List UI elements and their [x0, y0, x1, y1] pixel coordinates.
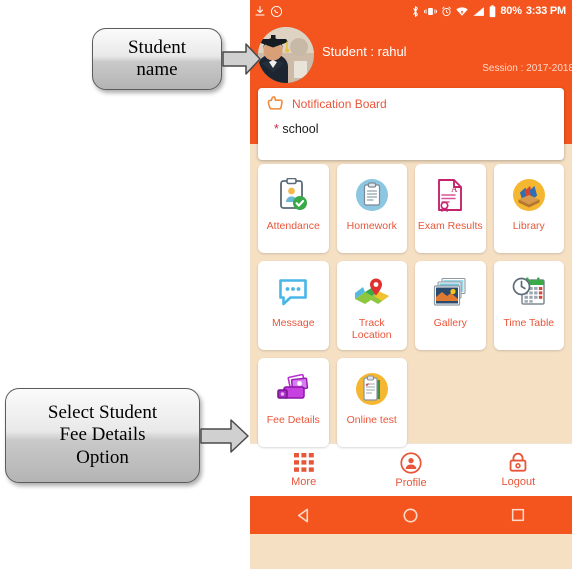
nav-item-label: More	[291, 475, 317, 488]
nav-item-logout[interactable]: Logout	[465, 452, 572, 488]
svg-text:A: A	[451, 184, 458, 194]
android-recents-button[interactable]	[465, 507, 572, 523]
annotation-box: Select Student Fee Details Option	[5, 388, 200, 483]
menu-grid: Attendance Homework A Exam Results Libra…	[258, 164, 564, 447]
avatar[interactable]	[258, 27, 314, 83]
status-bar-left-icons	[254, 5, 283, 18]
student-name-label: Student : rahul	[322, 44, 407, 59]
nav-item-label: Profile	[395, 476, 427, 489]
lock-icon	[509, 452, 527, 472]
tile-label: Message	[271, 317, 315, 329]
tile-label: Time Table	[503, 317, 555, 329]
battery-percent: 80%	[500, 5, 522, 17]
bottom-navigation: More Profile Logout	[250, 443, 572, 496]
annotation-student-name: Student name	[92, 28, 262, 90]
nav-item-label: Logout	[501, 476, 536, 488]
wifi-icon	[456, 6, 469, 16]
tile-label: Online test	[346, 414, 397, 426]
tile-message[interactable]: Message	[258, 261, 329, 350]
tile-track-location[interactable]: Track Location	[336, 261, 407, 350]
homework-icon	[355, 177, 389, 213]
tile-fee-details[interactable]: Fee Details	[258, 358, 329, 447]
track-location-icon	[354, 274, 390, 310]
annotation-line: name	[136, 59, 178, 80]
online-test-icon	[355, 371, 389, 407]
clock-time: 3:33 PM	[525, 5, 566, 17]
attendance-icon	[278, 177, 308, 213]
tile-homework[interactable]: Homework	[336, 164, 407, 253]
bluetooth-icon	[413, 5, 419, 17]
tile-time-table[interactable]: Time Table	[493, 261, 564, 350]
annotation-fee-details: Select Student Fee Details Option	[5, 388, 250, 483]
tile-gallery[interactable]: Gallery	[415, 261, 486, 350]
notification-board-title: Notification Board	[292, 96, 387, 111]
tile-label: Gallery	[433, 317, 467, 329]
gallery-icon	[433, 274, 467, 310]
vibrate-icon	[424, 7, 438, 15]
nav-item-profile[interactable]: Profile	[357, 451, 464, 489]
message-icon	[277, 274, 309, 310]
recents-square-icon	[512, 508, 525, 522]
notification-board-wrapper: Notification Board * school	[250, 88, 572, 160]
tile-library[interactable]: Library	[493, 164, 564, 253]
android-back-button[interactable]	[250, 507, 357, 524]
notification-board-header: Notification Board	[266, 95, 554, 112]
tile-empty-slot	[494, 358, 565, 447]
tile-label: Track Location	[351, 317, 392, 341]
back-triangle-icon	[298, 508, 309, 522]
notification-board-card[interactable]: Notification Board * school	[258, 88, 564, 160]
tile-label: Attendance	[266, 220, 320, 232]
home-circle-icon	[403, 507, 419, 523]
annotation-line: Option	[76, 446, 129, 468]
exam-results-icon: A	[436, 177, 464, 213]
annotation-box: Student name	[92, 28, 222, 90]
nav-item-more[interactable]: More	[250, 452, 357, 488]
tile-label: Exam Results	[417, 220, 483, 232]
notification-bullet: *	[274, 122, 279, 136]
student-photo-icon	[258, 27, 314, 83]
notification-item: * school	[266, 122, 554, 136]
status-bar: 80% 3:33 PM	[250, 0, 572, 22]
notification-item-text: school	[282, 122, 319, 136]
grid-icon	[293, 452, 314, 472]
tile-label: Homework	[346, 220, 397, 232]
session-label: Session : 2017-2018	[482, 63, 572, 74]
pointing-hand-icon	[267, 96, 283, 110]
person-circle-icon	[400, 451, 422, 474]
status-bar-right-icons: 80% 3:33 PM	[411, 4, 566, 18]
whatsapp-icon	[270, 5, 283, 17]
annotation-line: Student	[127, 36, 187, 58]
tile-online-test[interactable]: Online test	[336, 358, 407, 447]
annotation-line: Select Student	[47, 401, 158, 423]
annotation-line: Fee Details	[59, 424, 146, 446]
tile-label: Library	[512, 220, 545, 232]
right-arrow-icon	[222, 43, 261, 75]
menu-grid-area: Attendance Homework A Exam Results Libra…	[250, 144, 572, 447]
time-table-icon	[512, 274, 546, 310]
tile-exam-results[interactable]: A Exam Results	[415, 164, 486, 253]
library-icon	[512, 177, 546, 213]
tile-label: Fee Details	[266, 414, 320, 426]
tile-attendance[interactable]: Attendance	[258, 164, 329, 253]
right-arrow-icon	[200, 418, 249, 453]
battery-icon	[490, 4, 496, 17]
alarm-icon	[442, 6, 452, 16]
android-navigation-bar	[250, 496, 572, 534]
tile-empty-slot	[415, 358, 486, 447]
download-icon	[255, 5, 265, 16]
phone-screen: 80% 3:33 PM Student : rahul Session: 20…	[250, 0, 572, 569]
android-home-button[interactable]	[357, 507, 464, 524]
fee-details-icon	[275, 371, 311, 407]
signal-icon	[473, 6, 485, 16]
profile-header: Student : rahul Session : 2017-2018	[250, 22, 572, 88]
